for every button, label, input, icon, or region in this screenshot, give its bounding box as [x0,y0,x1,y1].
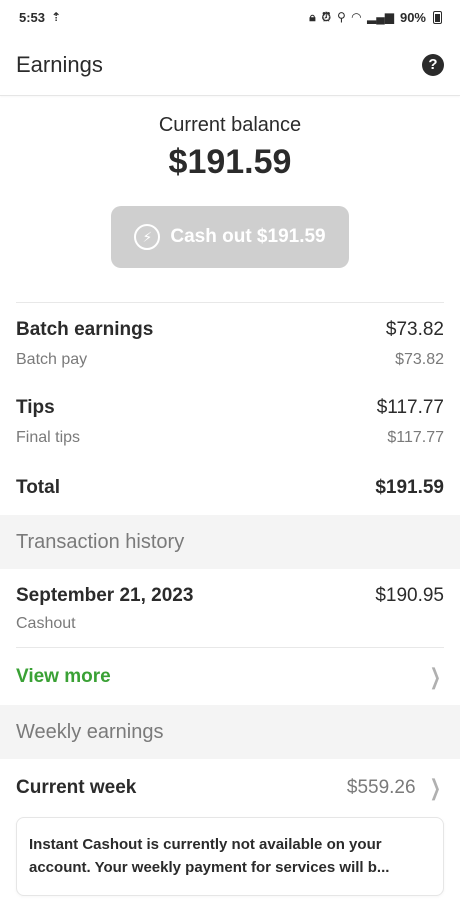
current-balance-amount: $191.59 [168,143,292,181]
status-right: 🔒︎ ⏰︎ ⚲ ◠ ▂▄▆ 90% [309,10,442,25]
transaction-history-header: Transaction history [0,515,460,569]
help-icon[interactable]: ? [422,53,444,76]
total-label: Total [16,477,60,498]
batch-earnings-value: $73.82 [385,319,444,340]
view-more-link[interactable]: View more ❯ [0,648,460,705]
alarm-icon: ⏰︎ [321,10,331,24]
app-bar: Earnings ? [0,34,460,96]
cash-out-button[interactable]: ⚡︎ Cash out $191.59 [111,206,349,268]
instant-cashout-notice: Instant Cashout is currently not availab… [16,817,444,896]
balance-section: Current balance $191.59 ⚡︎ Cash out $191… [0,96,460,268]
tips-value: $117.77 [376,397,444,418]
divider [16,302,444,303]
view-more-label: View more [16,665,111,687]
current-week-label: Current week [16,777,137,798]
weekly-earnings-header: Weekly earnings [0,705,460,759]
wifi-icon: ◠ [351,10,361,24]
battery-percent: 90% [399,9,426,25]
lock-icon: 🔒︎ [309,10,316,24]
tips-label: Tips [16,397,55,418]
battery-icon [433,10,442,24]
cash-out-label: Cash out $191.59 [170,226,326,247]
transaction-item[interactable]: September 21, 2023 $190.95 Cashout [0,569,460,633]
transaction-date: September 21, 2023 [16,585,194,606]
status-bar: 5:53 ⇡ 🔒︎ ⏰︎ ⚲ ◠ ▂▄▆ 90% [0,0,460,34]
status-time: 5:53 [19,9,46,25]
bolt-icon: ⚡︎ [134,224,161,250]
batch-earnings-label: Batch earnings [16,319,154,340]
chevron-right-icon: ❯ [429,663,441,689]
status-left: 5:53 ⇡ [19,10,61,25]
batch-pay-label: Batch pay [16,351,88,368]
final-tips-label: Final tips [16,429,81,446]
network-speed-icon: ⇡ [51,10,62,24]
batch-earnings-row: Batch earnings $73.82 [0,319,460,341]
batch-pay-row: Batch pay $73.82 [0,351,460,369]
transaction-type: Cashout [16,615,76,632]
location-icon: ⚲ [336,10,346,24]
signal-icon: ▂▄▆ [367,10,394,24]
transaction-item-top: September 21, 2023 $190.95 [16,585,444,607]
transaction-amount: $190.95 [375,585,444,606]
earnings-screen: 5:53 ⇡ 🔒︎ ⏰︎ ⚲ ◠ ▂▄▆ 90% Earnings ? Curr… [0,0,460,918]
current-week-row[interactable]: Current week $559.26 ❯ [0,759,460,817]
final-tips-row: Final tips $117.77 [0,429,460,447]
tips-row: Tips $117.77 [0,397,460,419]
chevron-right-icon: ❯ [429,775,441,800]
total-value: $191.59 [375,477,444,498]
total-row: Total $191.59 [0,477,460,499]
current-week-right: $559.26 ❯ [347,775,444,801]
page-title: Earnings [16,51,103,77]
final-tips-value: $117.77 [387,429,444,446]
current-week-value: $559.26 [346,777,416,798]
batch-pay-value: $73.82 [395,351,444,368]
current-balance-label: Current balance [158,114,302,136]
